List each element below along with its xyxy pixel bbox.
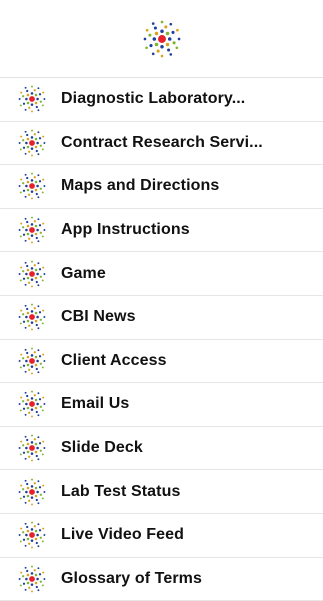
cbi-starburst-icon bbox=[18, 565, 46, 593]
menu-item[interactable]: Live Video Feed bbox=[0, 513, 323, 558]
menu-item[interactable]: Client Access bbox=[0, 339, 323, 384]
menu-item-label: Game bbox=[61, 264, 106, 282]
menu-item[interactable]: Maps and Directions bbox=[0, 165, 323, 209]
menu-item-label: Live Video Feed bbox=[61, 526, 185, 544]
cbi-starburst-icon bbox=[18, 391, 46, 418]
menu-item-label: Maps and Directions bbox=[61, 177, 220, 195]
menu-item[interactable]: Lab Test Status bbox=[0, 470, 323, 514]
cbi-starburst-icon bbox=[18, 347, 46, 375]
cbi-starburst-icon bbox=[18, 434, 46, 462]
menu-item-label: Client Access bbox=[61, 351, 167, 369]
menu-item[interactable]: Email Us bbox=[0, 383, 323, 427]
menu-item[interactable]: Diagnostic Laboratory... bbox=[0, 78, 323, 122]
menu-item-label: App Instructions bbox=[61, 221, 190, 239]
menu-item-label: Contract Research Servi... bbox=[61, 133, 263, 151]
menu-item[interactable]: CBI News bbox=[0, 295, 323, 340]
cbi-starburst-icon bbox=[18, 129, 46, 157]
cbi-starburst-icon bbox=[18, 478, 46, 506]
cbi-starburst-icon bbox=[18, 260, 46, 288]
menu-item[interactable]: Slide Deck bbox=[0, 426, 323, 471]
cbi-starburst-icon bbox=[18, 521, 46, 549]
menu-item[interactable]: Contract Research Servi... bbox=[0, 121, 323, 166]
menu-item-label: Diagnostic Laboratory... bbox=[61, 90, 246, 108]
menu-item-label: Slide Deck bbox=[61, 439, 143, 457]
cbi-starburst-icon bbox=[18, 216, 46, 244]
main-menu: Diagnostic Laboratory... Contract Researc… bbox=[0, 78, 323, 601]
menu-item[interactable]: Game bbox=[0, 252, 323, 296]
menu-item-label: CBI News bbox=[61, 308, 136, 326]
menu-item[interactable]: Glossary of Terms bbox=[0, 557, 323, 601]
menu-item-label: Email Us bbox=[61, 395, 130, 413]
cbi-starburst-logo-icon bbox=[143, 20, 180, 57]
cbi-starburst-icon bbox=[18, 85, 46, 113]
menu-item-label: Glossary of Terms bbox=[61, 569, 203, 587]
menu-item-label: Lab Test Status bbox=[61, 482, 181, 500]
app-header bbox=[0, 0, 323, 78]
menu-item[interactable]: App Instructions bbox=[0, 208, 323, 253]
cbi-starburst-icon bbox=[18, 303, 46, 331]
cbi-starburst-icon bbox=[18, 173, 46, 200]
